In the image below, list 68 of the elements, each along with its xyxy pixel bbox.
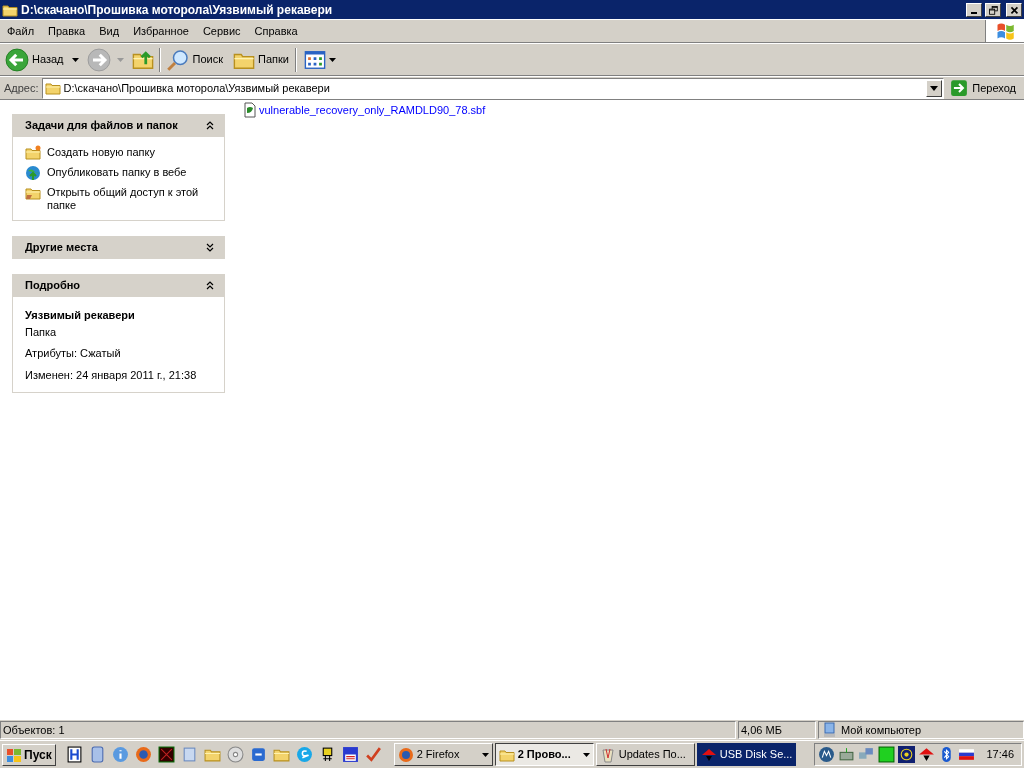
address-field[interactable]: D:\скачано\Прошивка моторола\Уязвимый рекавери: [41, 77, 945, 99]
menu-item[interactable]: Правка: [41, 22, 93, 40]
minimize-icon: [971, 11, 977, 14]
dropdown-caret-icon: [71, 57, 79, 62]
disc-icon[interactable]: [226, 746, 244, 763]
file-icon: [242, 102, 258, 119]
taskbar-button[interactable]: 2 Прово...: [494, 743, 594, 766]
wireless-icon: [898, 746, 916, 763]
dropdown-caret-icon: [116, 57, 124, 62]
restore-icon: [986, 3, 1000, 16]
back-button[interactable]: Назад: [4, 47, 65, 72]
windows-logo-icon: [6, 746, 22, 763]
status-size: 4,06 МБ: [738, 721, 816, 739]
caret-icon: [930, 85, 939, 91]
task-link[interactable]: Опубликовать папку в вебе: [47, 165, 187, 179]
folder-type: Папка: [25, 324, 58, 340]
search-button[interactable]: Поиск: [165, 47, 223, 72]
info-icon[interactable]: [111, 746, 129, 763]
close-button[interactable]: [1006, 2, 1022, 17]
address-label: Адрес:: [4, 80, 39, 96]
usb-disk-icon: [918, 746, 936, 763]
folder-up-arrow-icon: [131, 48, 154, 71]
menu-item[interactable]: Сервис: [195, 22, 248, 40]
shared-folder-icon: [25, 185, 41, 201]
menu-item[interactable]: Файл: [0, 22, 42, 40]
up-folder-button[interactable]: [131, 48, 154, 71]
folder-name: Уязвимый рекавери: [25, 308, 136, 323]
window-title: D:\скачано\Прошивка моторола\Уязвимый рекавери: [21, 1, 333, 19]
logo-icon: [818, 746, 836, 763]
start-button[interactable]: Пуск: [2, 743, 56, 766]
taskbar-button[interactable]: 2 Firefox: [393, 743, 493, 766]
browser-icon[interactable]: [134, 746, 152, 763]
folder-icon: [44, 80, 61, 96]
clock: 17:46: [986, 747, 1014, 763]
dropdown-button[interactable]: [926, 79, 943, 97]
restore-button[interactable]: [985, 2, 1001, 17]
checkmark-icon[interactable]: [364, 746, 382, 763]
minimize-button[interactable]: [966, 2, 982, 17]
browser-icon: [397, 746, 414, 763]
status-indicator-icon: [878, 746, 896, 763]
menu-item[interactable]: Вид: [92, 22, 127, 40]
folders-button[interactable]: Папки: [233, 48, 289, 71]
panel-header[interactable]: Задачи для файлов и папок: [12, 114, 225, 137]
panel-header[interactable]: Другие места: [12, 236, 225, 259]
globe-icon: [25, 165, 41, 181]
computer-icon: [821, 722, 837, 738]
detail-text: Атрибуты: Сжатый: [25, 346, 122, 361]
flag-icon: [958, 746, 976, 763]
views-grid-icon: [302, 48, 327, 71]
views-button[interactable]: [302, 48, 336, 71]
chat-icon[interactable]: [295, 746, 313, 763]
panel-header[interactable]: Подробно: [12, 274, 225, 297]
menu-item[interactable]: Избранное: [126, 22, 196, 40]
status-zone: Мой компьютер: [841, 722, 922, 738]
search-icon: [165, 47, 190, 72]
device-icon: [838, 746, 856, 763]
task-link[interactable]: Открыть общий доступ к этой папке: [47, 185, 215, 212]
floppy-disk-icon[interactable]: [341, 746, 359, 763]
taskbar-button[interactable]: USB Disk Se...: [696, 743, 796, 766]
dropdown-caret-icon: [328, 57, 336, 62]
go-button[interactable]: Переход: [947, 79, 1020, 97]
task-link[interactable]: Создать новую папку: [47, 145, 155, 159]
new-folder-icon: [25, 145, 41, 161]
detail-text: Изменен: 24 января 2011 г., 21:38: [25, 367, 198, 383]
taskbar-button[interactable]: Updates По...: [595, 743, 695, 766]
menu-item[interactable]: Справка: [247, 22, 305, 40]
status-text: Объектов: 1: [0, 721, 736, 739]
file-name[interactable]: vulnerable_recovery_only_RAMDLD90_78.sbf: [259, 102, 486, 119]
